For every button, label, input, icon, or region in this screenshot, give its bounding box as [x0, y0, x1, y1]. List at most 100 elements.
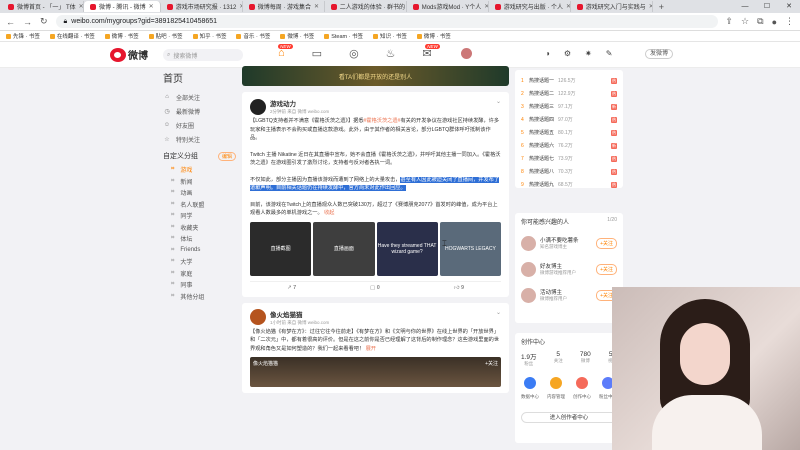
author-avatar[interactable] [250, 309, 266, 325]
browser-tab[interactable]: Mods游戏Mod · Y个人✕ [407, 1, 489, 12]
user-avatar[interactable] [461, 48, 472, 59]
recommend-name[interactable]: 小满不要吃薯条 [540, 236, 579, 244]
browser-tab[interactable]: 二人游戏的体验 · 群书的✕ [325, 1, 407, 12]
group-edit-button[interactable]: 编辑 [217, 151, 236, 161]
browser-tab[interactable]: 微博 - 腾讯 - 微博 ✕ [84, 1, 161, 12]
hot-search-item[interactable]: 5 热搜话题五 80.1万 热 [521, 126, 617, 139]
collapse-link[interactable]: 收起 [324, 210, 334, 216]
group-item[interactable]: 其他分组 [163, 291, 236, 303]
recommend-avatar[interactable] [521, 287, 536, 303]
group-item[interactable]: 收藏夹 [163, 222, 236, 234]
recommend-name[interactable]: 好友博主 [540, 262, 576, 270]
video-preview[interactable]: 像火焰猫猫 +关注 [250, 357, 501, 387]
creator-tool[interactable]: 内容管理 [547, 377, 565, 400]
creator-stat[interactable]: 780 微博 [580, 351, 591, 367]
group-item[interactable]: 体坛 [163, 233, 236, 245]
hot-search-item[interactable]: 4 热搜话题四 97.0万 热 [521, 113, 617, 126]
topic-link[interactable]: #霍格沃茨之遗# [364, 118, 401, 124]
sidebar-item[interactable]: ◷ 最新微博 [163, 105, 236, 117]
bookmark-item[interactable]: Steam · 书签 [324, 32, 363, 40]
theme-icon[interactable]: ◑ [545, 49, 550, 58]
url-field[interactable]: 🔒︎ weibo.com/mygroups?gid=38918254104586… [55, 15, 718, 28]
minimize-icon[interactable]: — [734, 0, 756, 13]
recommend-avatar[interactable] [521, 235, 536, 251]
group-item[interactable]: 动画 [163, 187, 236, 199]
nav-hot-icon[interactable]: ♨ [386, 47, 396, 60]
hot-search-item[interactable]: 2 热搜话题二 122.9万 热 [521, 87, 617, 100]
feed-banner[interactable]: 看TA们都是开放的还是别人 [242, 66, 509, 86]
author-name[interactable]: 像火焰猫猫 [270, 309, 329, 319]
share-icon[interactable]: ⇪ [726, 16, 734, 27]
hot-search-item[interactable]: 1 热搜话题一 126.5万 热 [521, 74, 617, 87]
post-image[interactable]: Have they streamed THAT wizard game? [376, 221, 438, 276]
recommend-avatar[interactable] [521, 261, 536, 277]
post-image[interactable]: 直播截图 [250, 221, 312, 276]
video-follow[interactable]: +关注 [485, 360, 498, 367]
browser-tab[interactable]: 微博每周 · 游戏集合 ✕ [243, 1, 325, 12]
group-item[interactable]: 同事 [163, 279, 236, 291]
compose-icon[interactable]: ✎ [606, 49, 613, 58]
search-input[interactable]: ⌕ 搜索微博 [163, 49, 243, 61]
hot-search-item[interactable]: 8 热搜话题八 70.3万 热 [521, 165, 617, 178]
recommend-pager[interactable]: 1/20 [607, 217, 617, 226]
reload-icon[interactable]: ↻ [40, 16, 48, 27]
group-item[interactable]: 同学 [163, 210, 236, 222]
author-avatar[interactable] [250, 98, 266, 115]
sidebar-item[interactable]: ⌂ 全部关注 [163, 91, 236, 103]
chevron-down-icon[interactable]: ⌄ [496, 309, 501, 316]
like-button[interactable]: 👍︎ 9 [454, 285, 464, 291]
post-button[interactable]: 发微博 [645, 49, 674, 59]
group-item[interactable]: Friends [163, 245, 236, 257]
hot-search-item[interactable]: 9 热搜话题九 68.5万 热 [521, 178, 617, 191]
bookmark-item[interactable]: 知乎 · 书签 [193, 32, 227, 40]
bookmark-item[interactable]: 微博 · 书签 [105, 32, 139, 40]
post-image[interactable]: 直播画面 [313, 221, 375, 276]
sidebar-item[interactable]: ☆ 特别关注 [163, 133, 236, 145]
creator-stat[interactable]: 1.9万 粉丝 [521, 351, 537, 367]
bookmark-item[interactable]: 在线翻译 · 书签 [50, 32, 95, 40]
nav-discover-icon[interactable]: ◎ [349, 47, 359, 60]
group-item[interactable]: 新闻 [163, 176, 236, 188]
bookmark-item[interactable]: 微博 · 书签 [417, 32, 451, 40]
maximize-icon[interactable]: ☐ [756, 0, 778, 13]
close-icon[interactable]: ✕ [778, 0, 800, 13]
hot-search-item[interactable]: 7 热搜话题七 73.9万 热 [521, 152, 617, 165]
follow-button[interactable]: +关注 [596, 263, 617, 275]
group-item[interactable]: 家庭 [163, 268, 236, 280]
browser-tab[interactable]: 游戏研究与出版 · 个人 ✕ [489, 1, 571, 12]
creator-tool[interactable]: 创作中心 [573, 377, 591, 400]
weibo-logo[interactable]: 微博 [110, 47, 148, 62]
share-button[interactable]: ↗ 7 [287, 285, 296, 291]
menu-icon[interactable]: ⋮ [785, 16, 794, 27]
sidebar-item[interactable]: ☺ 好友圈 [163, 119, 236, 131]
author-name[interactable]: 游戏动力 [270, 98, 329, 108]
bookmark-item[interactable]: 先锋 · 书签 [6, 32, 40, 40]
nav-message-icon[interactable]: ✉ NEW [423, 44, 440, 60]
group-item[interactable]: 大学 [163, 256, 236, 268]
back-icon[interactable]: ← [6, 17, 15, 27]
profile-icon[interactable]: ● [772, 17, 777, 27]
tab-close-icon[interactable]: ✕ [79, 3, 83, 10]
extensions-icon[interactable]: ⧉ [757, 16, 763, 27]
sun-icon[interactable]: ✷ [585, 49, 592, 58]
follow-button[interactable]: +关注 [596, 237, 617, 249]
creator-center-button[interactable]: 进入创作者中心 [521, 412, 617, 423]
forward-icon[interactable]: → [23, 17, 32, 27]
tab-close-icon[interactable]: ✕ [314, 3, 319, 10]
chevron-down-icon[interactable]: ⌄ [496, 98, 501, 105]
hot-search-item[interactable]: 6 热搜话题六 76.2万 新 [521, 139, 617, 152]
recommend-name[interactable]: 活动博主 [540, 288, 567, 296]
browser-tab[interactable]: 游戏市场研究报 · 1312✕ [161, 1, 243, 12]
settings-icon[interactable]: ⚙ [564, 49, 571, 58]
browser-tab[interactable]: 微博首页 - 「一」 T体 ✕ [2, 1, 84, 12]
expand-link[interactable]: 展开 [366, 346, 376, 352]
bookmark-item[interactable]: 微博 · 书签 [280, 32, 314, 40]
bookmark-item[interactable]: 知识 · 书签 [373, 32, 407, 40]
star-icon[interactable]: ☆ [741, 16, 749, 27]
hot-search-item[interactable]: 3 热搜话题三 97.1万 新 [521, 100, 617, 113]
new-tab-icon[interactable]: + [653, 2, 670, 12]
group-item[interactable]: 游戏 [163, 164, 236, 176]
nav-home-icon[interactable]: ⌂ NEW [278, 44, 293, 60]
creator-tool[interactable]: 数据中心 [521, 377, 539, 400]
bookmark-item[interactable]: 贴吧 · 书签 [149, 32, 183, 40]
